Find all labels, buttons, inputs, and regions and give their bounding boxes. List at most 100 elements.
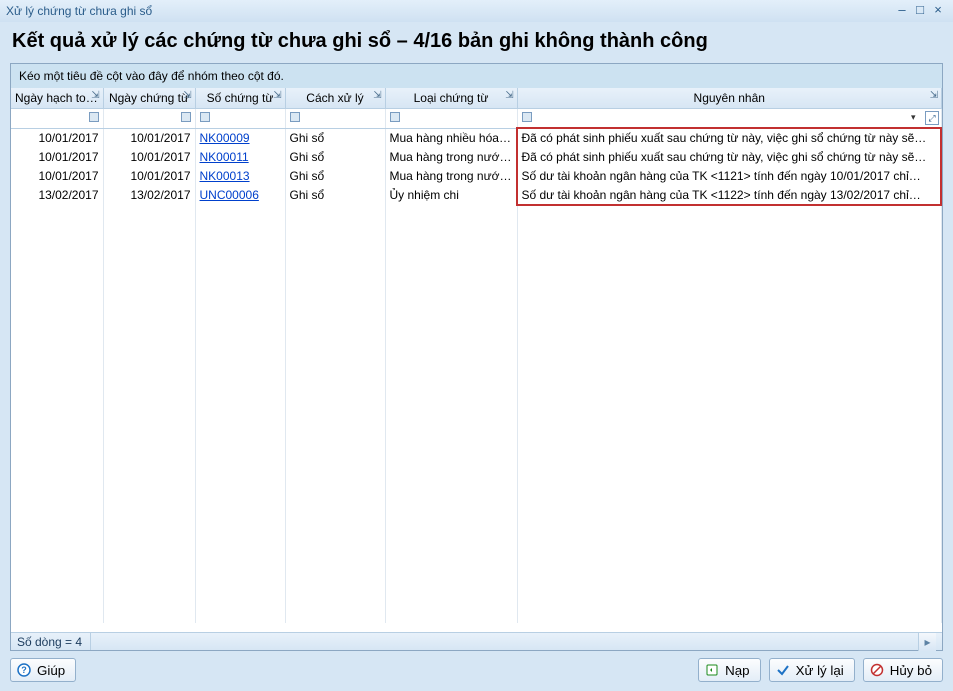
cell-ngaychungtu: 13/02/2017 xyxy=(103,186,195,205)
col-header-ngayhachtoan[interactable]: Ngày hạch toán ⇲ xyxy=(11,88,103,108)
table-blank-row xyxy=(11,300,942,319)
chevron-down-icon[interactable]: ▾ xyxy=(911,112,923,124)
table-blank-row xyxy=(11,262,942,281)
table-row[interactable]: 10/01/201710/01/2017NK00009Ghi sổMua hàn… xyxy=(11,128,942,148)
table-blank-row xyxy=(11,357,942,376)
cell-ngayhachtoan: 10/01/2017 xyxy=(11,167,103,186)
help-button[interactable]: ? Giúp xyxy=(10,658,76,682)
filter-cell-loaichungtu[interactable] xyxy=(385,108,517,128)
table-blank-row xyxy=(11,281,942,300)
table-blank-row xyxy=(11,585,942,604)
header-label: Nguyên nhân xyxy=(694,91,765,105)
table-blank-row xyxy=(11,528,942,547)
table-blank-row xyxy=(11,205,942,224)
table-blank-row xyxy=(11,395,942,414)
button-label: Xử lý lại xyxy=(796,663,844,678)
data-grid: Ngày hạch toán ⇲ Ngày chứng từ ⇲ Số chứn… xyxy=(11,88,942,623)
filter-row: ▾ ⤢ xyxy=(11,108,942,128)
window-title: Xử lý chứng từ chưa ghi sổ xyxy=(6,4,893,18)
cell-loaichungtu: Ủy nhiệm chi xyxy=(385,186,517,205)
cell-ngayhachtoan: 10/01/2017 xyxy=(11,148,103,167)
header-label: Ngày hạch toán xyxy=(15,91,99,105)
cell-nguyennhan: Đã có phát sinh phiếu xuất sau chứng từ … xyxy=(517,148,942,167)
table-blank-row xyxy=(11,338,942,357)
filter-icon xyxy=(89,112,99,122)
footer-bar: ? Giúp Nạp Xử lý lại Hủy bỏ xyxy=(0,655,953,691)
cell-sochungtu-link[interactable]: NK00009 xyxy=(195,128,285,148)
grid-container: Kéo một tiêu đề cột vào đây để nhóm theo… xyxy=(10,63,943,651)
cell-ngayhachtoan: 10/01/2017 xyxy=(11,128,103,148)
cell-sochungtu-link[interactable]: NK00013 xyxy=(195,167,285,186)
page-title: Kết quả xử lý các chứng từ chưa ghi sổ –… xyxy=(0,22,953,57)
col-header-cachxuly[interactable]: Cách xử lý ⇲ xyxy=(285,88,385,108)
refresh-icon xyxy=(705,663,719,677)
filter-cell-ngayhachtoan[interactable] xyxy=(11,108,103,128)
col-header-ngaychungtu[interactable]: Ngày chứng từ ⇲ xyxy=(103,88,195,108)
table-blank-row xyxy=(11,243,942,262)
cell-ngaychungtu: 10/01/2017 xyxy=(103,167,195,186)
pin-icon[interactable]: ⇲ xyxy=(273,91,283,101)
scroll-right-icon[interactable]: ▸ xyxy=(918,633,936,651)
header-label: Số chứng từ xyxy=(207,91,274,105)
group-by-panel[interactable]: Kéo một tiêu đề cột vào đây để nhóm theo… xyxy=(11,64,942,88)
filter-cell-cachxuly[interactable] xyxy=(285,108,385,128)
close-button[interactable]: × xyxy=(929,3,947,19)
horizontal-scrollbar[interactable]: ▸ xyxy=(91,633,936,650)
cell-cachxuly: Ghi sổ xyxy=(285,167,385,186)
table-blank-row xyxy=(11,319,942,338)
maximize-button[interactable]: □ xyxy=(911,3,929,19)
table-row[interactable]: 13/02/201713/02/2017UNC00006Ghi sổỦy nhi… xyxy=(11,186,942,205)
button-label: Giúp xyxy=(37,663,65,678)
col-header-sochungtu[interactable]: Số chứng từ ⇲ xyxy=(195,88,285,108)
minimize-button[interactable]: – xyxy=(893,3,911,19)
table-blank-row xyxy=(11,376,942,395)
cell-sochungtu-link[interactable]: NK00011 xyxy=(195,148,285,167)
table-row[interactable]: 10/01/201710/01/2017NK00011Ghi sổMua hàn… xyxy=(11,148,942,167)
header-label: Loại chứng từ xyxy=(414,91,489,105)
svg-text:?: ? xyxy=(21,665,27,675)
header-label: Cách xử lý xyxy=(306,91,363,105)
cancel-button[interactable]: Hủy bỏ xyxy=(863,658,943,682)
cell-nguyennhan: Số dư tài khoản ngân hàng của TK <1122> … xyxy=(517,186,942,205)
cell-loaichungtu: Mua hàng trong nước n… xyxy=(385,167,517,186)
table-blank-row xyxy=(11,509,942,528)
table-blank-row xyxy=(11,547,942,566)
filter-cell-nguyennhan[interactable]: ▾ ⤢ xyxy=(517,108,942,128)
filter-icon xyxy=(181,112,191,122)
pin-icon[interactable]: ⇲ xyxy=(183,91,193,101)
table-blank-row xyxy=(11,566,942,585)
cell-cachxuly: Ghi sổ xyxy=(285,186,385,205)
col-header-nguyennhan[interactable]: Nguyên nhân ⇲ xyxy=(517,88,942,108)
table-row[interactable]: 10/01/201710/01/2017NK00013Ghi sổMua hàn… xyxy=(11,167,942,186)
cell-loaichungtu: Mua hàng nhiều hóa đơ… xyxy=(385,128,517,148)
cell-nguyennhan: Số dư tài khoản ngân hàng của TK <1121> … xyxy=(517,167,942,186)
cell-sochungtu-link[interactable]: UNC00006 xyxy=(195,186,285,205)
pin-icon[interactable]: ⇲ xyxy=(91,91,101,101)
reprocess-button[interactable]: Xử lý lại xyxy=(769,658,855,682)
table-blank-row xyxy=(11,433,942,452)
expand-icon[interactable]: ⤢ xyxy=(925,111,939,125)
load-button[interactable]: Nạp xyxy=(698,658,760,682)
filter-icon xyxy=(290,112,300,122)
cancel-icon xyxy=(870,663,884,677)
grid-status-bar: Số dòng = 4 ▸ xyxy=(11,632,942,650)
check-icon xyxy=(776,663,790,677)
table-blank-row xyxy=(11,452,942,471)
table-blank-row xyxy=(11,490,942,509)
table-area: Ngày hạch toán ⇲ Ngày chứng từ ⇲ Số chứn… xyxy=(11,88,942,632)
button-label: Nạp xyxy=(725,663,749,678)
pin-icon[interactable]: ⇲ xyxy=(929,91,939,101)
header-label: Ngày chứng từ xyxy=(109,91,189,105)
filter-cell-ngaychungtu[interactable] xyxy=(103,108,195,128)
filter-cell-sochungtu[interactable] xyxy=(195,108,285,128)
col-header-loaichungtu[interactable]: Loại chứng từ ⇲ xyxy=(385,88,517,108)
cell-ngaychungtu: 10/01/2017 xyxy=(103,148,195,167)
cell-ngayhachtoan: 13/02/2017 xyxy=(11,186,103,205)
help-icon: ? xyxy=(17,663,31,677)
pin-icon[interactable]: ⇲ xyxy=(505,91,515,101)
pin-icon[interactable]: ⇲ xyxy=(373,91,383,101)
table-blank-row xyxy=(11,224,942,243)
filter-icon xyxy=(522,112,532,122)
filter-icon xyxy=(200,112,210,122)
cell-ngaychungtu: 10/01/2017 xyxy=(103,128,195,148)
